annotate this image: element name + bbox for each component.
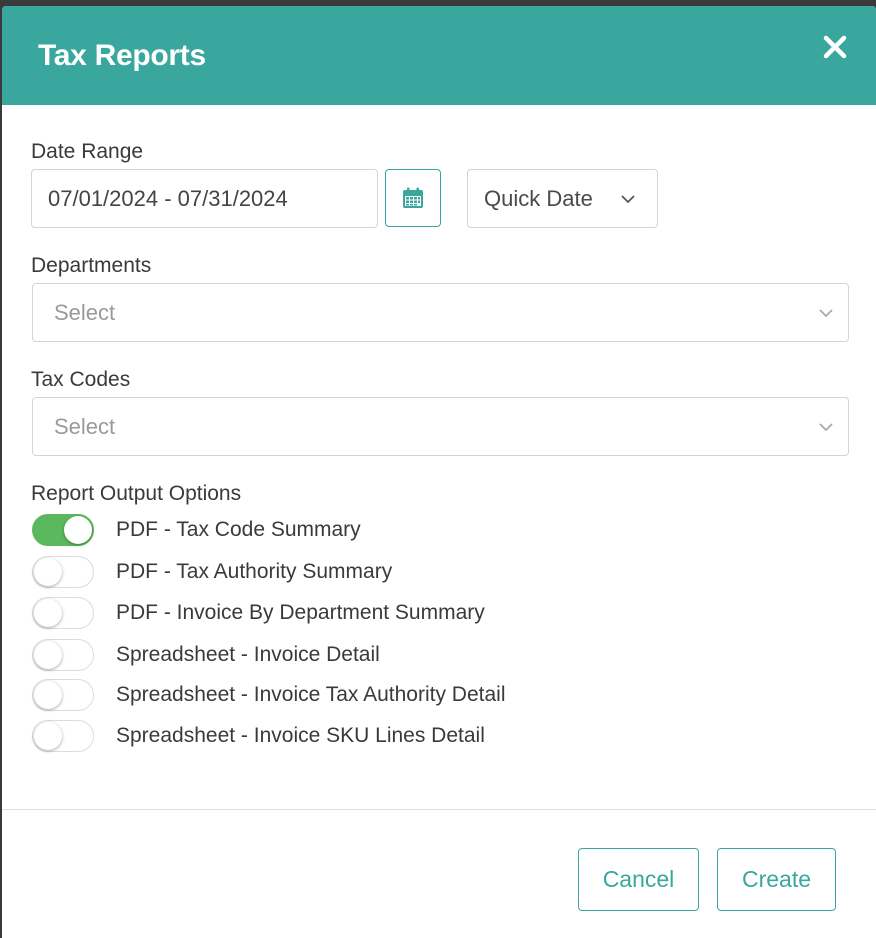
toggle-knob bbox=[64, 516, 92, 544]
footer-divider bbox=[2, 809, 876, 810]
date-range-label: Date Range bbox=[31, 140, 144, 163]
report-option-toggle[interactable] bbox=[32, 556, 94, 588]
tax-codes-placeholder: Select bbox=[54, 413, 116, 439]
report-option-label: Spreadsheet - Invoice Tax Authority Deta… bbox=[116, 683, 506, 706]
date-range-value: 07/01/2024 - 07/31/2024 bbox=[48, 185, 288, 211]
report-option-row: Spreadsheet - Invoice SKU Lines Detail bbox=[32, 720, 485, 752]
report-option-label: PDF - Tax Authority Summary bbox=[116, 560, 393, 583]
tax-reports-modal: Tax Reports Date Range 07/01/2024 - 07/3… bbox=[2, 6, 876, 938]
departments-select[interactable]: Select bbox=[32, 283, 849, 342]
create-button[interactable]: Create bbox=[717, 848, 836, 911]
calendar-icon bbox=[403, 187, 423, 208]
report-option-label: PDF - Invoice By Department Summary bbox=[116, 601, 485, 624]
report-option-label: Spreadsheet - Invoice Detail bbox=[116, 643, 380, 666]
quick-date-dropdown[interactable]: Quick Date bbox=[467, 169, 658, 228]
close-icon bbox=[823, 35, 847, 59]
departments-label: Departments bbox=[31, 254, 152, 277]
modal-title: Tax Reports bbox=[38, 38, 206, 72]
toggle-knob bbox=[34, 722, 62, 750]
report-option-toggle[interactable] bbox=[32, 720, 94, 752]
report-output-label: Report Output Options bbox=[31, 482, 242, 505]
report-option-row: PDF - Tax Code Summary bbox=[32, 514, 361, 546]
quick-date-label: Quick Date bbox=[484, 185, 593, 211]
report-option-toggle[interactable] bbox=[32, 514, 94, 546]
toggle-knob bbox=[34, 641, 62, 669]
report-option-row: Spreadsheet - Invoice Detail bbox=[32, 639, 380, 671]
chevron-down-icon bbox=[819, 309, 833, 318]
toggle-knob bbox=[34, 558, 62, 586]
report-option-label: PDF - Tax Code Summary bbox=[116, 518, 361, 541]
report-option-label: Spreadsheet - Invoice SKU Lines Detail bbox=[116, 724, 485, 747]
modal-header: Tax Reports bbox=[2, 6, 876, 105]
cancel-button[interactable]: Cancel bbox=[578, 848, 699, 911]
report-option-row: PDF - Invoice By Department Summary bbox=[32, 597, 485, 629]
close-button[interactable] bbox=[820, 32, 850, 62]
report-option-row: Spreadsheet - Invoice Tax Authority Deta… bbox=[32, 679, 506, 711]
calendar-button[interactable] bbox=[385, 169, 441, 227]
report-option-row: PDF - Tax Authority Summary bbox=[32, 556, 392, 588]
tax-codes-label: Tax Codes bbox=[31, 368, 131, 391]
date-range-input[interactable]: 07/01/2024 - 07/31/2024 bbox=[31, 169, 378, 228]
toggle-knob bbox=[34, 681, 62, 709]
toggle-knob bbox=[34, 599, 62, 627]
chevron-down-icon bbox=[819, 423, 833, 432]
tax-codes-select[interactable]: Select bbox=[32, 397, 849, 456]
departments-placeholder: Select bbox=[54, 299, 116, 325]
chevron-down-icon bbox=[621, 195, 635, 204]
report-option-toggle[interactable] bbox=[32, 679, 94, 711]
report-option-toggle[interactable] bbox=[32, 639, 94, 671]
report-option-toggle[interactable] bbox=[32, 597, 94, 629]
